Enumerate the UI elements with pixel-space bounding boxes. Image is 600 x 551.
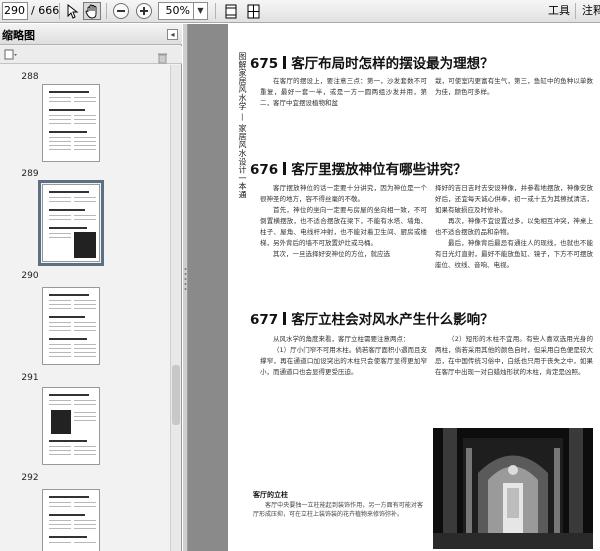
thumbnail-page-289[interactable] [38, 180, 104, 266]
thumbnail-scrollbar[interactable] [170, 65, 181, 551]
toolbar-divider [106, 3, 107, 19]
trash-icon[interactable] [157, 49, 168, 64]
question-675-title: 675 客厅布局时怎样的摆设最为理想？ [250, 56, 494, 72]
document-page: 图解家居风水学 — 家居风水设计一本通 675 客厅布局时怎样的摆设最为理想？ 在… [228, 24, 600, 551]
question-676-col2: 择好的吉日吉时去安设神像，并参看地摆放，神像安放好后，还宜每天诚心供奉，初一或十… [435, 184, 593, 269]
thumbnail-panel-header: 缩略图 ◂ [0, 24, 182, 45]
page-total-label: / 666 [31, 4, 60, 17]
thumbnail-image [38, 180, 104, 266]
question-677-col2: （2）短形的木柱不宜用。有些人喜欢选用光身的两柱，倘若采用其他的颜色自时，但采用… [435, 335, 593, 376]
thumbnail-label: 288 [21, 72, 39, 82]
toolbar-divider [575, 3, 576, 19]
toolbar-divider [215, 3, 216, 19]
comment-menu[interactable]: 注释 [582, 2, 600, 20]
thumbnail-image [42, 489, 100, 551]
select-cursor-icon[interactable] [64, 2, 82, 20]
single-page-icon[interactable] [222, 2, 240, 20]
question-676-title: 676 客厅里摆放神位有哪些讲究？ [250, 162, 467, 178]
tools-menu[interactable]: 工具 [548, 2, 570, 20]
thumbnail-page-291[interactable] [42, 387, 102, 465]
photo-caption-text: 客厅中央要独一立柱能起到装饰作用，另一方面有可能对客厅形成压抑，可在立柱上装饰装… [253, 502, 423, 518]
close-icon[interactable]: ◂ [167, 29, 178, 40]
question-675-col2: 栽，可使室内更富有生气，第三，鱼缸中的鱼种以单数为佳，颜色可多样。 [435, 77, 593, 96]
thumbnail-label: 289 [21, 169, 39, 179]
thumbnail-label: 292 [21, 473, 39, 483]
scrollbar-thumb[interactable] [172, 365, 180, 425]
question-675-col1: 在客厅的摆设上，要注意三点：第一，沙发套数不可重复，最好一套一半，或是一方一圆两… [260, 77, 427, 107]
thumbnail-list[interactable]: 288 289 290 291 292 [0, 65, 170, 551]
question-677-title: 677 客厅立柱会对风水产生什么影响？ [250, 312, 494, 328]
photo-caption-title: 客厅的立柱 [253, 491, 288, 499]
thumbnail-image [42, 287, 100, 365]
thumbnail-page-292[interactable] [42, 489, 102, 551]
thumbnail-label: 291 [21, 373, 39, 383]
main-toolbar: 290 / 666 50% ▼ 工具 注释 [0, 0, 600, 23]
thumbnail-image [42, 84, 100, 162]
hand-icon[interactable] [83, 2, 101, 20]
question-676-col1: 客厅摆放神位的话一定要十分讲究，因为神位是一个很神圣的地方，容不得丝毫的不敬。 … [260, 184, 427, 258]
fit-width-icon[interactable] [244, 2, 262, 20]
thumbnail-page-290[interactable] [42, 287, 102, 365]
thumbnail-panel: 缩略图 ◂ 288 289 290 291 292 [0, 24, 182, 551]
zoom-level-input[interactable]: 50% [158, 2, 194, 20]
page-number-input[interactable]: 290 [2, 2, 28, 20]
thumbnail-label: 290 [21, 271, 39, 281]
thumbnail-image [42, 387, 100, 465]
toolbar-divider [59, 3, 60, 19]
running-head: 图解家居风水学 — 家居风水设计一本通 [238, 52, 247, 199]
living-room-column-photo [433, 428, 593, 549]
thumbnail-panel-title: 缩略图 [2, 29, 35, 42]
panel-splitter[interactable] [183, 24, 188, 551]
splitter-grip-icon[interactable] [183, 264, 188, 294]
zoom-dropdown-arrow[interactable]: ▼ [194, 2, 208, 20]
question-677-col1: 从风水学的角度来看，客厅立柱需要注意两点： （1）厅小门窄不可用木柱。倘若客厅面… [260, 335, 427, 376]
options-menu-icon[interactable] [4, 48, 18, 61]
thumbnail-page-288[interactable] [42, 84, 102, 162]
thumbnail-options-bar [0, 46, 182, 64]
zoom-in-icon[interactable] [136, 3, 152, 19]
zoom-out-icon[interactable] [113, 3, 129, 19]
